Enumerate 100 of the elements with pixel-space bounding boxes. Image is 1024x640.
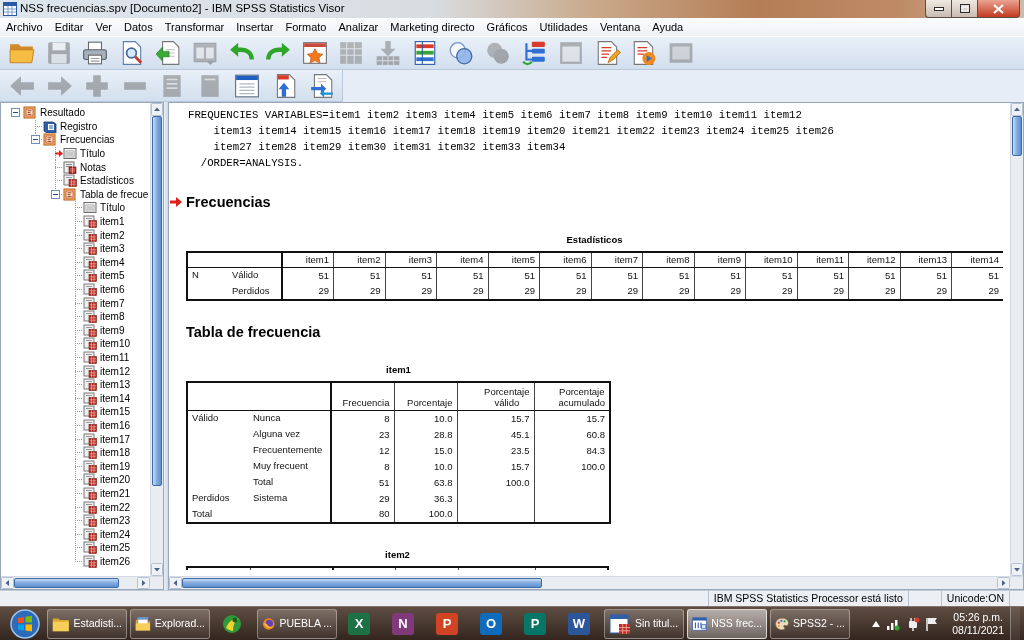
scroll-thumb[interactable] [14, 578, 119, 588]
flag-icon[interactable] [926, 616, 939, 631]
collapse-icon[interactable] [10, 108, 20, 118]
maximize-button[interactable] [951, 0, 977, 18]
scroll-thumb[interactable] [182, 578, 542, 588]
tree-item[interactable]: Título [80, 147, 105, 161]
arrow-right-icon[interactable] [137, 577, 150, 589]
menu-item[interactable]: Editar [48, 19, 90, 35]
show-desktop-button[interactable] [1010, 606, 1020, 640]
tree-item[interactable]: item8 [100, 310, 125, 324]
taskbar-button[interactable]: Explorad... [130, 608, 210, 639]
menu-item[interactable]: Datos [117, 19, 159, 35]
caret-up-icon[interactable] [872, 620, 881, 627]
menu-item[interactable]: Analizar [332, 19, 385, 35]
clock-time: 05:26 p.m. [952, 610, 1004, 624]
tree-item[interactable]: item26 [100, 554, 130, 568]
arrow-down-icon[interactable] [151, 563, 163, 576]
arrow-left-icon[interactable] [1, 577, 14, 589]
emblem-icon[interactable] [221, 612, 243, 635]
collapse-icon[interactable] [30, 135, 40, 145]
scrollbar[interactable] [1, 576, 163, 589]
tree-item[interactable]: item15 [100, 405, 130, 419]
tree-item[interactable]: item23 [100, 514, 130, 528]
taskbar-button[interactable]: P [436, 612, 458, 635]
taskbar-button[interactable]: N [392, 612, 414, 635]
taskbar-button[interactable]: X [348, 612, 370, 635]
tree-item[interactable]: item4 [100, 255, 125, 269]
hierarchy-icon[interactable] [521, 40, 548, 66]
taskbar-button[interactable]: P [524, 612, 546, 635]
menu-item[interactable]: Ventana [593, 19, 647, 35]
tree-item[interactable]: item16 [100, 418, 130, 432]
tree-item[interactable]: item12 [100, 364, 130, 378]
table-cell: 29 [385, 283, 437, 300]
taskbar-button[interactable]: O [480, 612, 502, 635]
window-icon[interactable] [234, 72, 260, 99]
taskbar-button[interactable]: PUEBLA ... [257, 608, 337, 639]
menu-item[interactable]: Ayuda [646, 19, 690, 35]
arrow-left-icon[interactable] [169, 577, 182, 589]
tree-item[interactable]: item19 [100, 459, 130, 473]
scrollbar[interactable] [169, 576, 1023, 589]
tree-item[interactable]: item22 [100, 500, 130, 514]
tree-item[interactable]: Notas [80, 160, 107, 174]
table-cell: 60.8 [534, 426, 610, 443]
tree-item[interactable]: item21 [100, 486, 130, 500]
taskbar-button[interactable]: SPSS2 - ... [770, 608, 850, 639]
menu-item[interactable]: Formato [279, 19, 333, 35]
tree-item[interactable]: item14 [100, 391, 130, 405]
menu-item[interactable]: Transformar [158, 19, 231, 35]
menu-item[interactable]: Ver [89, 19, 118, 35]
menu-item[interactable]: Archivo [0, 19, 49, 35]
tree-item[interactable]: item25 [100, 541, 130, 555]
arrow-right-icon[interactable] [997, 577, 1010, 589]
tree-item[interactable]: Registro [60, 119, 98, 133]
menu-item[interactable]: Marketing directo [384, 19, 481, 35]
printer-icon[interactable] [82, 40, 109, 66]
scrollbar[interactable] [1010, 103, 1023, 576]
grid-icon [609, 612, 631, 635]
tree-item[interactable]: Resultado [40, 106, 86, 120]
scroll-thumb[interactable] [152, 116, 162, 486]
taskbar-button[interactable]: Estadisti... [47, 608, 127, 639]
menu-item[interactable]: Utilidades [533, 19, 594, 35]
tree-item[interactable]: item11 [100, 351, 130, 364]
arrow-up-icon[interactable] [1011, 103, 1023, 116]
arrow-down-icon[interactable] [1011, 563, 1023, 576]
tree-item[interactable]: Título [100, 201, 125, 215]
tree-item[interactable]: item1 [100, 215, 125, 229]
tree-item[interactable]: Estadísticos [80, 174, 134, 188]
table-cell: 51 [539, 267, 591, 284]
document-arrows-icon[interactable] [309, 72, 335, 99]
circles-icon[interactable] [448, 40, 475, 66]
star-grid-icon[interactable] [301, 40, 328, 66]
close-button[interactable] [977, 0, 1020, 18]
tree-item[interactable]: item17 [100, 432, 130, 446]
plug-icon[interactable] [906, 616, 921, 631]
taskbar-button[interactable]: W [568, 612, 590, 635]
tree-item[interactable]: item2 [100, 228, 125, 242]
tree-item[interactable]: Tabla de frecue [80, 187, 149, 201]
scroll-thumb[interactable] [1012, 116, 1022, 156]
tree-item[interactable]: Frecuencias [60, 133, 115, 147]
tree-item[interactable]: item20 [100, 473, 130, 487]
taskbar-button[interactable]: Sin titul... [604, 608, 684, 639]
document-play-icon[interactable] [631, 40, 658, 66]
tree-item[interactable]: item6 [100, 283, 125, 296]
tree-item[interactable]: item9 [100, 323, 125, 337]
scrollbar[interactable] [150, 103, 163, 576]
tree-item[interactable]: item5 [100, 269, 125, 283]
tree-item[interactable]: item7 [100, 296, 125, 310]
row-header: Sistema [249, 490, 331, 507]
document-arrow-icon[interactable] [155, 40, 182, 66]
start-orb-icon[interactable] [10, 608, 40, 639]
minimize-button[interactable] [925, 0, 951, 18]
tree-item[interactable]: item3 [100, 242, 125, 256]
arrow-up-icon[interactable] [151, 103, 163, 116]
collapse-icon[interactable] [50, 189, 60, 199]
tree-item[interactable]: item10 [100, 337, 130, 351]
tree-item[interactable]: item13 [100, 378, 130, 392]
menu-item[interactable]: Gráficos [480, 19, 534, 35]
tree-item[interactable]: item18 [100, 446, 130, 460]
menu-item[interactable]: Insertar [230, 19, 280, 35]
tree-item[interactable]: item24 [100, 527, 130, 541]
